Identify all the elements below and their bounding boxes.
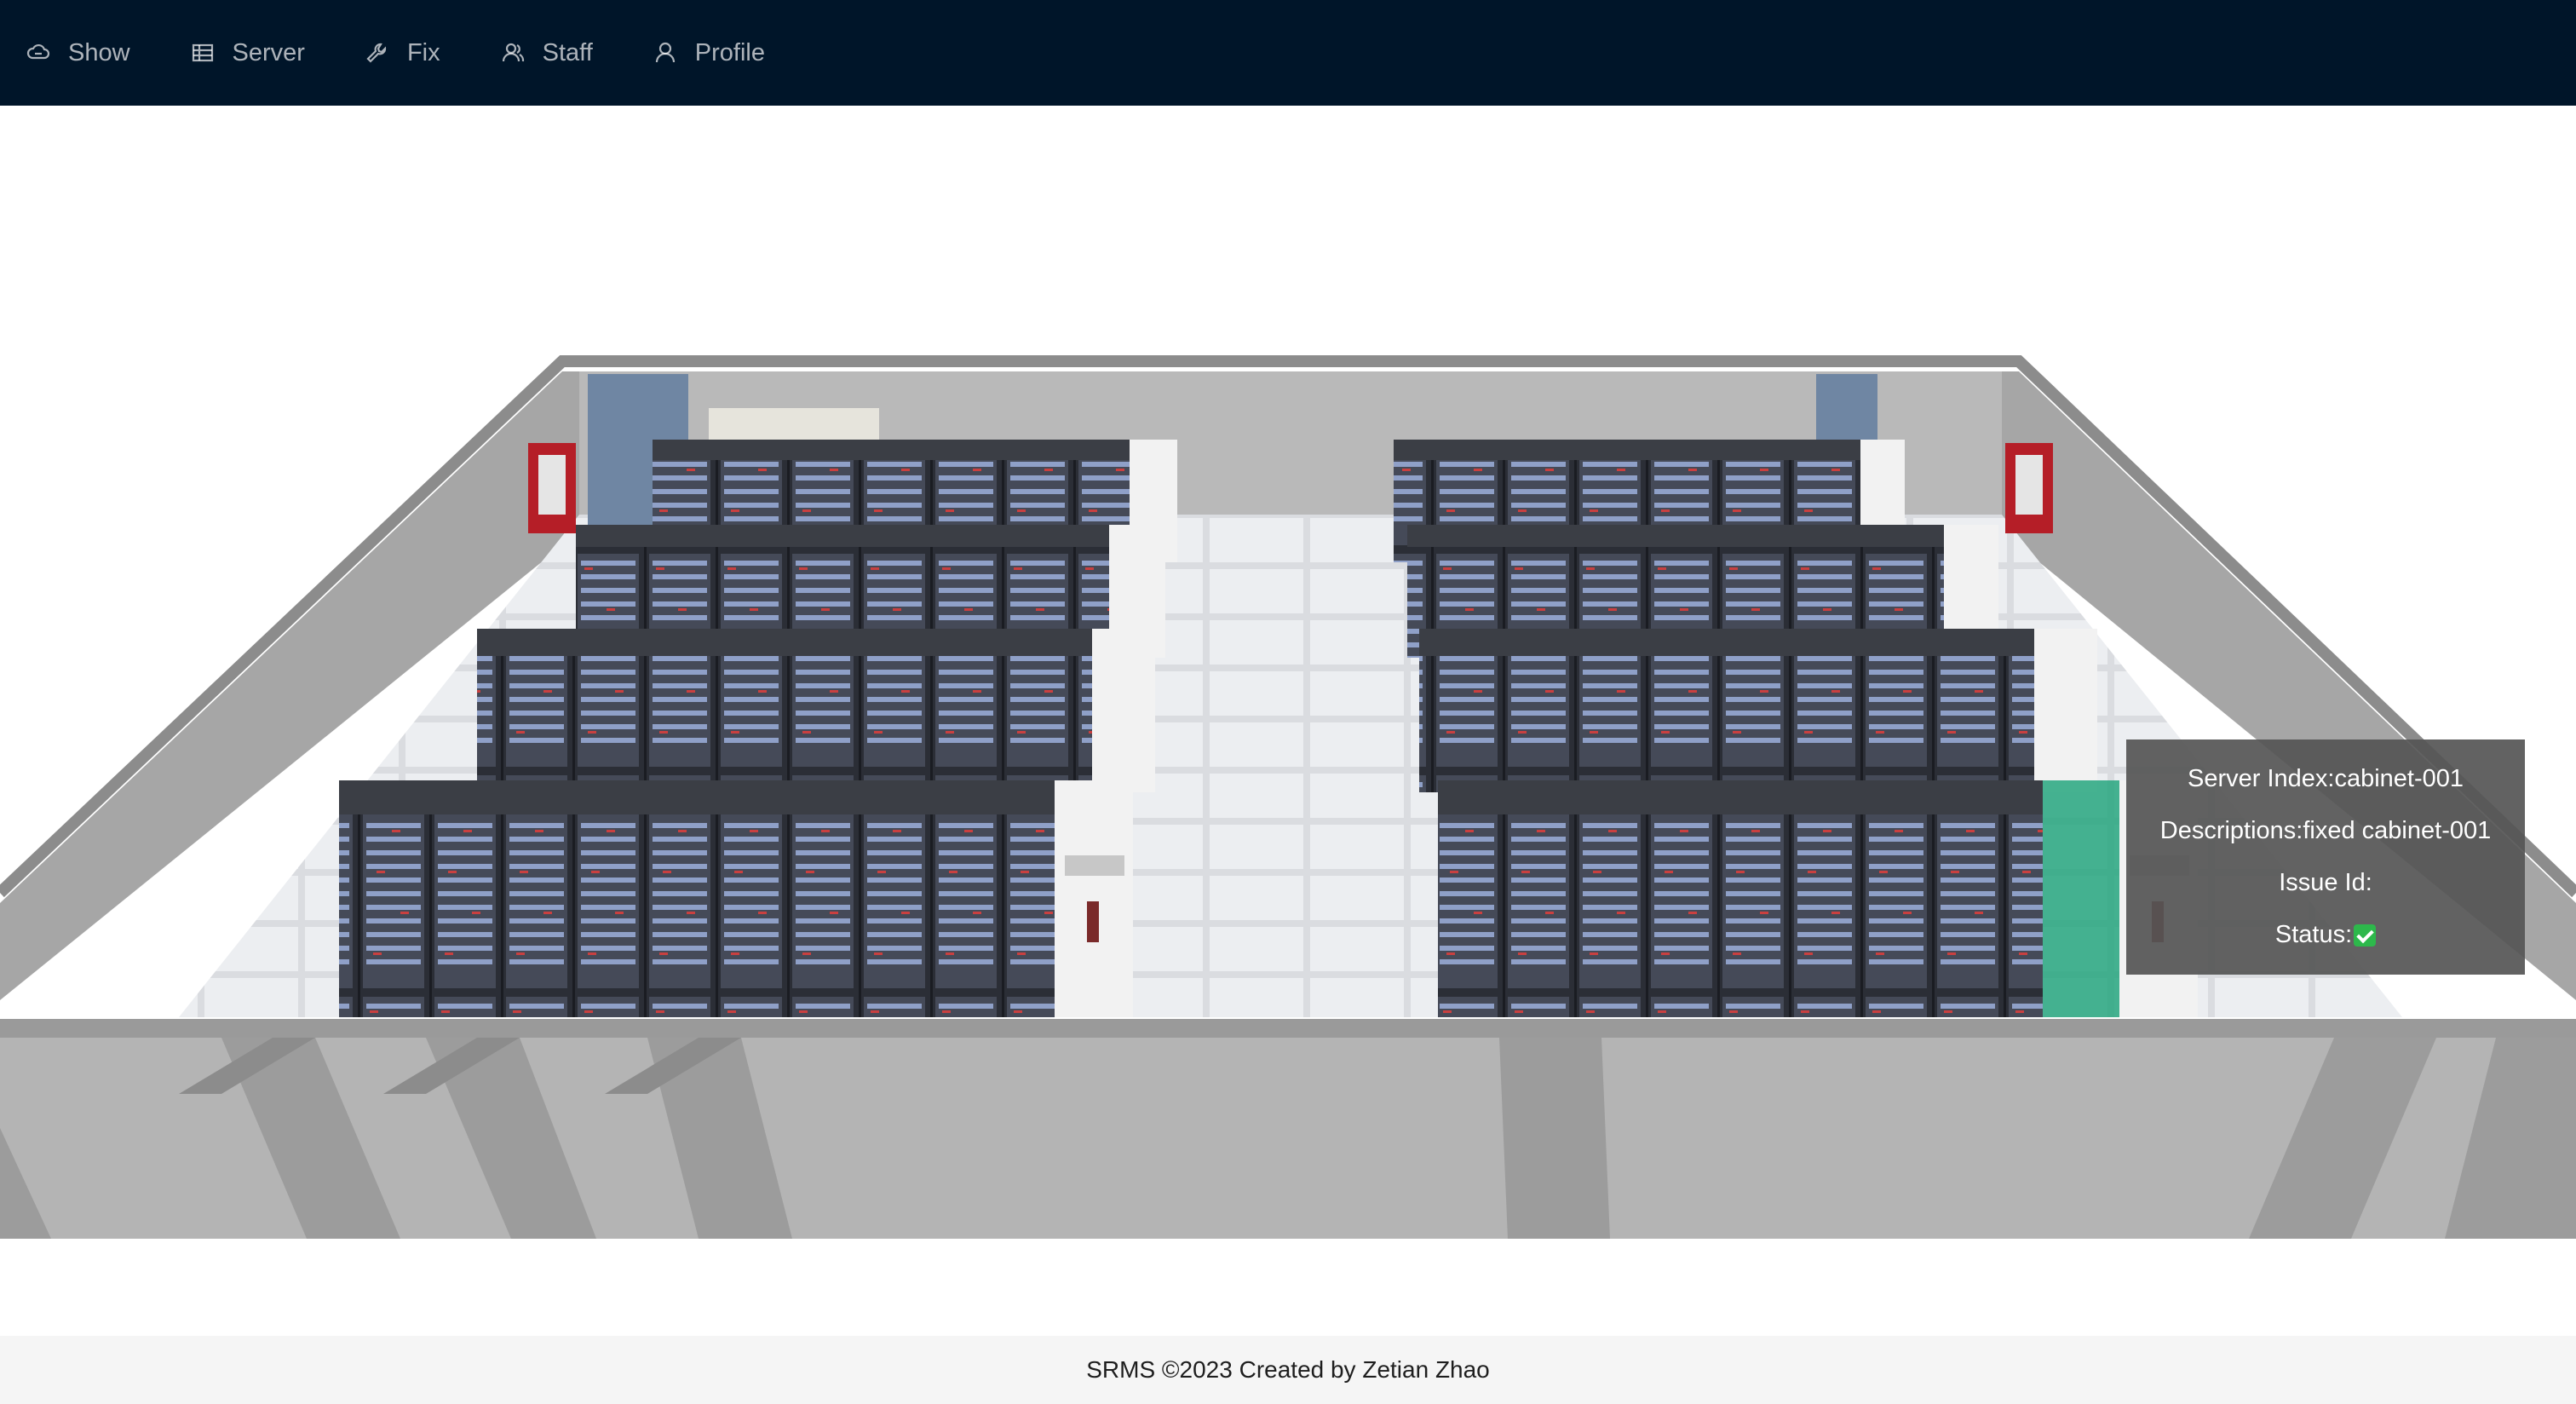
- team-icon: [502, 43, 524, 62]
- nav-item-label: Profile: [694, 38, 765, 66]
- issue-id-text: Issue Id:: [2279, 869, 2372, 896]
- user-icon: [655, 42, 675, 63]
- nav-item-fix[interactable]: Fix: [365, 0, 468, 106]
- status-label: Status:: [2274, 921, 2353, 948]
- server-room-3d-view[interactable]: Server Index:cabinet-001 Descriptions:fi…: [0, 106, 2576, 1336]
- nav-item-label: Server: [232, 38, 305, 66]
- nav-item-profile[interactable]: Profile: [653, 0, 792, 106]
- top-navbar: Show Server Fix Staff Profile: [0, 0, 2576, 106]
- table-icon: [192, 43, 213, 62]
- cabinet-info-tooltip: Server Index:cabinet-001 Descriptions:fi…: [2126, 739, 2525, 975]
- check-mark-icon: [2354, 924, 2377, 947]
- status-row: Status:: [2274, 909, 2377, 961]
- server-index-text: Server Index:cabinet-001: [2187, 765, 2464, 792]
- server-room-illustration[interactable]: [0, 106, 2576, 1336]
- page-footer: SRMS ©2023 Created by Zetian Zhao: [0, 1336, 2576, 1404]
- nav-item-staff[interactable]: Staff: [500, 0, 620, 106]
- wrench-icon: [366, 43, 387, 63]
- cloud-icon: [26, 43, 50, 60]
- nav-item-label: Show: [68, 38, 130, 66]
- nav-item-label: Staff: [542, 38, 593, 66]
- nav-item-server[interactable]: Server: [190, 0, 332, 106]
- nav-item-show[interactable]: Show: [26, 0, 158, 106]
- descriptions-text: Descriptions:fixed cabinet-001: [2159, 817, 2492, 844]
- footer-text: SRMS ©2023 Created by Zetian Zhao: [1086, 1356, 1490, 1383]
- nav-item-label: Fix: [406, 38, 440, 66]
- selected-cabinet-highlight[interactable]: [2043, 780, 2119, 1017]
